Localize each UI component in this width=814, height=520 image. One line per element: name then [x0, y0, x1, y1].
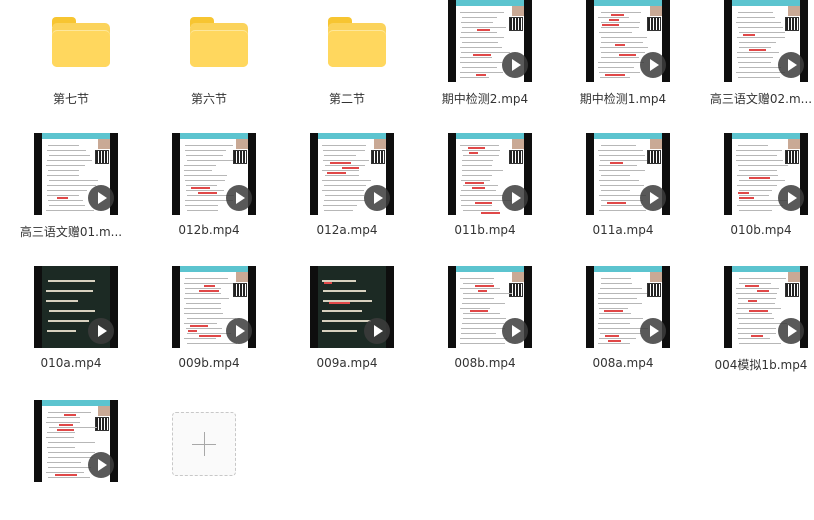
video-thumbnail: [172, 266, 256, 348]
play-icon[interactable]: [88, 318, 114, 344]
folder-item[interactable]: 第六节: [140, 0, 278, 120]
play-icon[interactable]: [88, 452, 114, 478]
play-icon[interactable]: [640, 52, 666, 78]
video-file-item[interactable]: 012a.mp4: [278, 133, 416, 253]
play-icon[interactable]: [640, 318, 666, 344]
play-icon[interactable]: [364, 318, 390, 344]
play-icon[interactable]: [778, 52, 804, 78]
file-name-label: 011b.mp4: [454, 223, 516, 237]
video-file-item[interactable]: 011b.mp4: [416, 133, 554, 253]
video-thumbnail: [310, 133, 394, 215]
video-thumbnail: [724, 133, 808, 215]
file-name-label: 009a.mp4: [316, 356, 378, 370]
video-thumbnail: [586, 0, 670, 82]
file-name-label: 008b.mp4: [454, 356, 516, 370]
video-file-item[interactable]: 高三语文赠02.m...: [692, 0, 814, 120]
file-name-label: 011a.mp4: [592, 223, 654, 237]
folder-icon: [34, 0, 118, 82]
video-thumbnail: [724, 0, 808, 82]
video-file-item[interactable]: 期中检测2.mp4: [416, 0, 554, 120]
video-file-item[interactable]: 高三语文赠01.m...: [2, 133, 140, 253]
file-grid: 第七节 第六节 第二节 期中检测2.mp4 期中检测1.mp4 高三语文赠02.m... 高…: [0, 0, 814, 491]
folder-icon: [172, 0, 256, 82]
file-name-label: 012b.mp4: [178, 223, 240, 237]
video-thumbnail: [34, 400, 118, 482]
video-thumbnail: [724, 266, 808, 348]
video-thumbnail: [172, 133, 256, 215]
play-icon[interactable]: [778, 185, 804, 211]
play-icon[interactable]: [226, 318, 252, 344]
video-thumbnail: [448, 266, 532, 348]
folder-item[interactable]: 第二节: [278, 0, 416, 120]
file-name-label: 010a.mp4: [40, 356, 102, 370]
video-file-item[interactable]: 004模拟1b.mp4: [692, 266, 814, 386]
video-thumbnail: [310, 266, 394, 348]
video-file-item[interactable]: 010b.mp4: [692, 133, 814, 253]
plus-icon: [172, 412, 236, 476]
file-name-label: 009b.mp4: [178, 356, 240, 370]
video-file-item[interactable]: 008a.mp4: [554, 266, 692, 386]
video-thumbnail: [34, 133, 118, 215]
video-thumbnail: [448, 133, 532, 215]
play-icon[interactable]: [88, 185, 114, 211]
play-icon[interactable]: [226, 185, 252, 211]
file-name-label: 第六节: [190, 92, 227, 106]
file-name-label: 第二节: [328, 92, 365, 106]
add-file-button[interactable]: [140, 400, 278, 520]
folder-icon: [310, 0, 394, 82]
file-name-label: 高三语文赠01.m...: [19, 225, 123, 239]
video-file-item[interactable]: 010a.mp4: [2, 266, 140, 386]
video-file-item[interactable]: 008b.mp4: [416, 266, 554, 386]
video-thumbnail: [586, 266, 670, 348]
play-icon[interactable]: [778, 318, 804, 344]
play-icon[interactable]: [502, 185, 528, 211]
video-file-item[interactable]: 期中检测1.mp4: [554, 0, 692, 120]
file-name-label: 期中检测1.mp4: [579, 92, 667, 106]
file-name-label: 012a.mp4: [316, 223, 378, 237]
video-file-item[interactable]: 009b.mp4: [140, 266, 278, 386]
play-icon[interactable]: [502, 318, 528, 344]
video-file-item[interactable]: 011a.mp4: [554, 133, 692, 253]
file-name-label: 004模拟1b.mp4: [714, 358, 808, 372]
video-thumbnail: [34, 266, 118, 348]
play-icon[interactable]: [364, 185, 390, 211]
folder-item[interactable]: 第七节: [2, 0, 140, 120]
file-name-label: 010b.mp4: [730, 223, 792, 237]
video-thumbnail: [448, 0, 532, 82]
file-name-label: 第七节: [52, 92, 89, 106]
file-name-label: 高三语文赠02.m...: [709, 92, 813, 106]
play-icon[interactable]: [502, 52, 528, 78]
video-file-item[interactable]: [2, 400, 140, 520]
video-file-item[interactable]: 009a.mp4: [278, 266, 416, 386]
file-name-label: 008a.mp4: [592, 356, 654, 370]
play-icon[interactable]: [640, 185, 666, 211]
video-thumbnail: [586, 133, 670, 215]
video-file-item[interactable]: 012b.mp4: [140, 133, 278, 253]
file-name-label: 期中检测2.mp4: [441, 92, 529, 106]
